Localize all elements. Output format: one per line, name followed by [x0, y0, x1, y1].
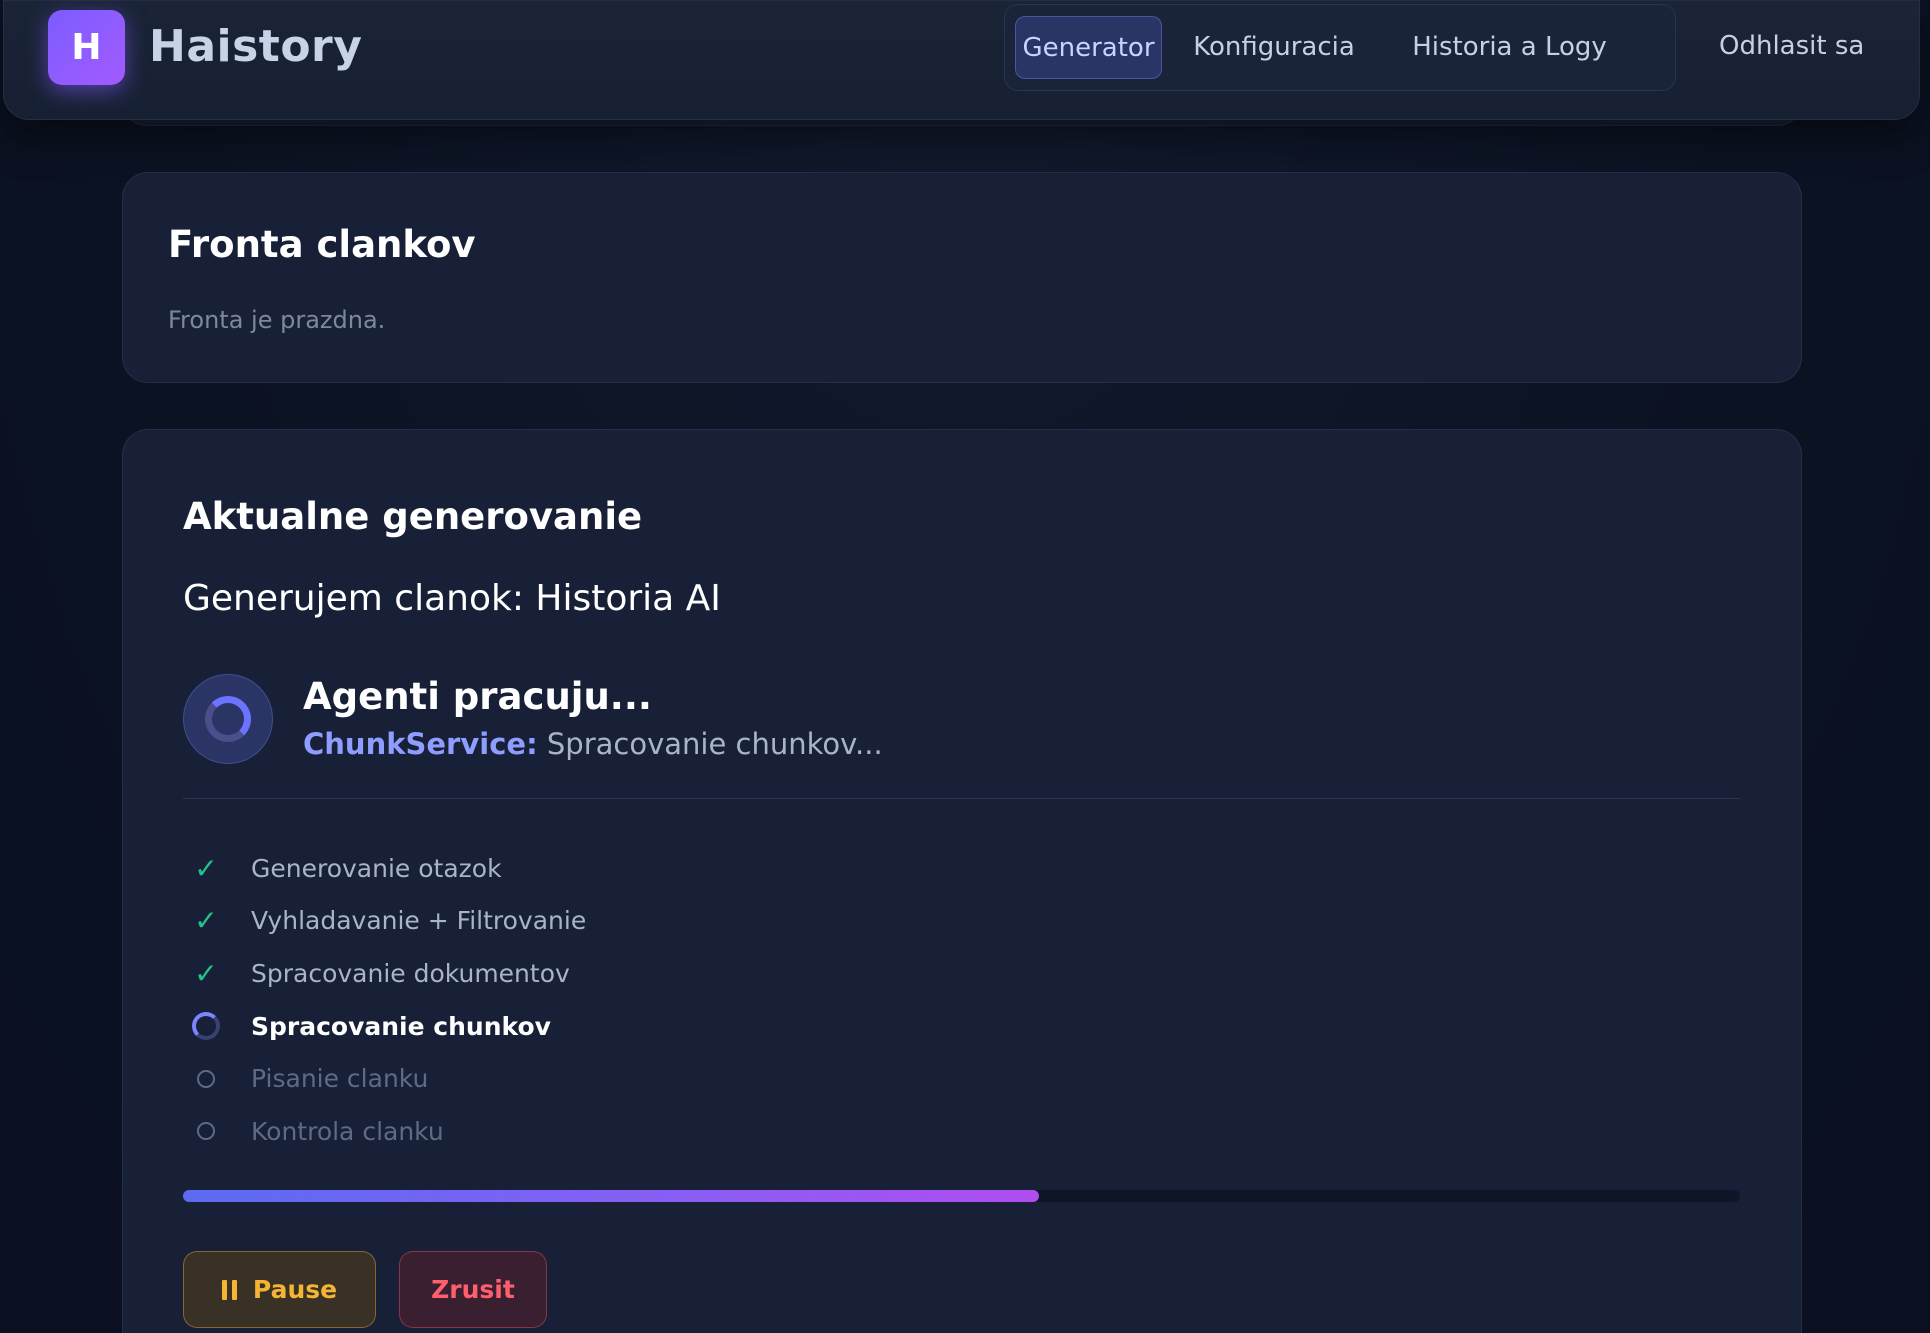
current-generation-card: Aktualne generovanie Generujem clanok: H…: [122, 429, 1802, 1333]
logo-icon[interactable]: H: [48, 10, 125, 85]
tab-historia-a-logy[interactable]: Historia a Logy: [1387, 16, 1632, 79]
brand-name[interactable]: Haistory: [149, 21, 362, 72]
cancel-button[interactable]: Zrusit: [399, 1251, 547, 1328]
agent-spinner-icon: [183, 674, 273, 764]
divider: [183, 798, 1740, 799]
step-item: Spracovanie chunkov: [183, 1000, 983, 1053]
step-label: Pisanie clanku: [251, 1064, 429, 1094]
check-icon: ✓: [194, 904, 218, 938]
step-item: ✓ Generovanie otazok: [183, 842, 983, 895]
top-navigation: H Haistory Generator Konfiguracia Histor…: [3, 0, 1920, 120]
agent-status-text: Spracovanie chunkov...: [537, 727, 883, 761]
tab-generator[interactable]: Generator: [1015, 16, 1162, 79]
pause-button[interactable]: Pause: [183, 1251, 376, 1328]
queue-title: Fronta clankov: [168, 223, 476, 266]
queue-empty-text: Fronta je prazdna.: [168, 306, 386, 334]
step-item: Pisanie clanku: [183, 1052, 983, 1105]
progress-bar-fill: [183, 1190, 1040, 1202]
progress-bar: [183, 1190, 1740, 1202]
current-article-title: Generujem clanok: Historia AI: [183, 578, 721, 619]
step-label: Kontrola clanku: [251, 1116, 444, 1146]
step-label: Spracovanie chunkov: [251, 1011, 551, 1041]
loading-icon: [183, 1003, 229, 1049]
tab-konfiguracia[interactable]: Konfiguracia: [1180, 16, 1368, 79]
agent-status-line: ChunkService: Spracovanie chunkov...: [303, 727, 883, 761]
step-list: ✓ Generovanie otazok ✓ Vyhladavanie + Fi…: [183, 842, 983, 1158]
step-item: ✓ Spracovanie dokumentov: [183, 947, 983, 1000]
step-item: ✓ Vyhladavanie + Filtrovanie: [183, 895, 983, 948]
pause-label: Pause: [252, 1275, 338, 1304]
pause-icon: [221, 1279, 237, 1300]
agent-status-title: Agenti pracuju...: [303, 675, 652, 718]
check-icon: ✓: [194, 956, 218, 990]
step-label: Generovanie otazok: [251, 853, 502, 883]
cancel-label: Zrusit: [431, 1275, 515, 1304]
step-label: Vyhladavanie + Filtrovanie: [251, 906, 587, 936]
check-icon: ✓: [194, 851, 218, 885]
pending-circle-icon: [183, 1056, 229, 1102]
current-title: Aktualne generovanie: [183, 495, 643, 538]
page: H Haistory Generator Konfiguracia Histor…: [0, 0, 1930, 1333]
step-item: Kontrola clanku: [183, 1105, 983, 1158]
nav-tabs: Generator Konfiguracia Historia a Logy: [1004, 4, 1676, 91]
spinner-icon: [205, 696, 251, 742]
pending-circle-icon: [183, 1108, 229, 1154]
step-label: Spracovanie dokumentov: [251, 958, 570, 988]
logout-button[interactable]: Odhlasit sa: [1704, 15, 1879, 78]
queue-card: Fronta clankov Fronta je prazdna.: [122, 172, 1802, 383]
agent-service-name: ChunkService:: [303, 727, 538, 761]
